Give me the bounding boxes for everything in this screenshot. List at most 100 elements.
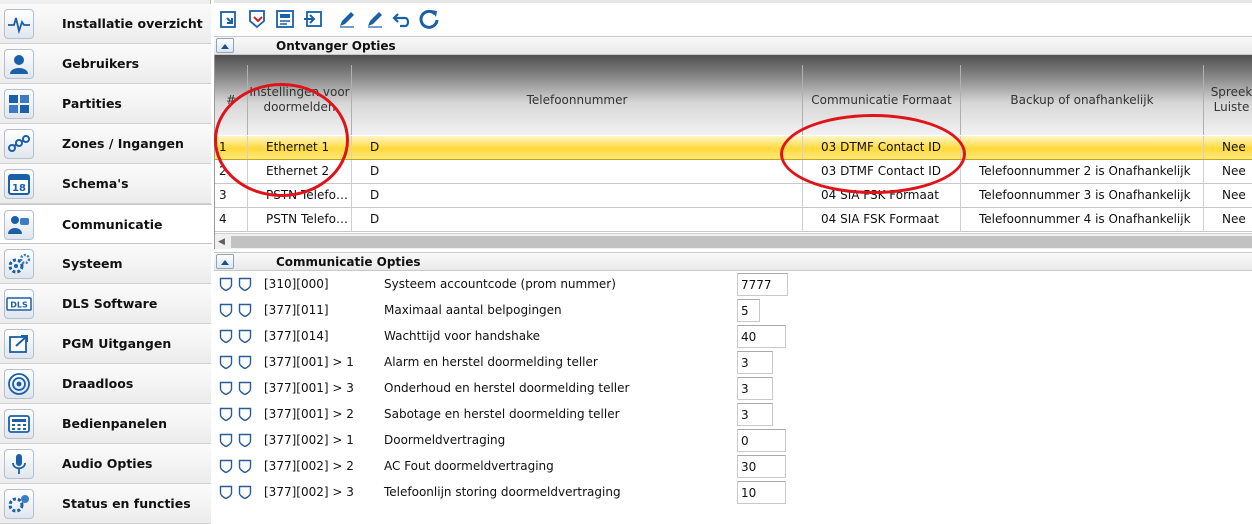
shield-icon[interactable] — [219, 485, 233, 500]
gears-icon — [4, 249, 34, 279]
option-label: Doormeldvertraging — [384, 433, 506, 447]
maintenance-counter-input[interactable] — [737, 377, 773, 400]
shield-icon[interactable] — [238, 407, 252, 422]
sidebar-item-label: DLS Software — [62, 296, 158, 311]
column-header-num[interactable]: # — [215, 65, 247, 135]
tamper-counter-input[interactable] — [737, 403, 773, 426]
edit-alt-icon[interactable] — [364, 8, 386, 30]
cell-num: 3 — [219, 188, 227, 202]
send-icon[interactable] — [302, 8, 324, 30]
shield-icon[interactable] — [219, 303, 233, 318]
cell-speak: Nee — [1203, 208, 1252, 231]
shield-icon[interactable] — [238, 459, 252, 474]
sidebar-item-status-en-functies[interactable]: Status en functies — [0, 484, 211, 524]
cell-speak: Nee — [1203, 184, 1252, 207]
undo-icon[interactable] — [391, 8, 413, 30]
report-delay-input[interactable] — [737, 429, 786, 452]
partitions-icon — [4, 89, 34, 119]
global-icon[interactable] — [274, 8, 296, 30]
list-item: [377][002] > 3 Telefoonlijn storing door… — [214, 480, 1252, 506]
sidebar-item-gebruikers[interactable]: Gebruikers — [0, 44, 211, 84]
shield-icon[interactable] — [219, 355, 233, 370]
shield-icon[interactable] — [238, 303, 252, 318]
sidebar-item-installatie-overzicht[interactable]: Installatie overzicht — [0, 4, 211, 44]
cell-format: 03 DTMF Contact ID — [802, 160, 960, 183]
table-row[interactable]: 4 PSTN Telefoonnummer 2 D 04 SIA FSK For… — [215, 208, 1252, 232]
shield-icon[interactable] — [238, 277, 252, 292]
shield-icon[interactable] — [238, 381, 252, 396]
sidebar-item-pgm-uitgangen[interactable]: PGM Uitgangen — [0, 324, 211, 364]
dial-attempts-input[interactable] — [737, 299, 760, 322]
column-header-backup[interactable]: Backup of onafhankelijk — [960, 65, 1203, 135]
sidebar-item-schemas[interactable]: 18 Schema's — [0, 164, 211, 204]
read-icon[interactable] — [218, 8, 240, 30]
refresh-icon[interactable] — [418, 8, 440, 30]
shield-icon[interactable] — [219, 433, 233, 448]
calendar-number: 18 — [12, 183, 26, 194]
sidebar-item-label: Bedienpanelen — [62, 416, 168, 431]
list-item: [377][001] > 1 Alarm en herstel doormeld… — [214, 350, 1252, 376]
shield-icon[interactable] — [219, 381, 233, 396]
column-header-phone[interactable]: Telefoonnummer — [351, 65, 802, 135]
wireless-icon — [4, 369, 34, 399]
shield-icon[interactable] — [219, 407, 233, 422]
shield-icon[interactable] — [238, 355, 252, 370]
sidebar-item-audio-opties[interactable]: Audio Opties — [0, 444, 211, 484]
shield-icon[interactable] — [219, 329, 233, 344]
option-label: Telefoonlijn storing doormeldvertraging — [384, 485, 621, 499]
option-code: [310][000] — [264, 277, 329, 291]
shield-icon[interactable] — [238, 485, 252, 500]
sidebar-item-systeem[interactable]: Systeem — [0, 244, 211, 284]
sidebar-item-communicatie[interactable]: Communicatie — [0, 204, 212, 244]
list-item: [377][002] > 1 Doormeldvertraging — [214, 428, 1252, 454]
sidebar-item-zones[interactable]: Zones / Ingangen — [0, 124, 211, 164]
cell-num: 1 — [219, 140, 227, 154]
column-header-setting[interactable]: Instellingen voor doormelden — [247, 65, 351, 135]
phone-line-delay-input[interactable] — [737, 481, 786, 504]
alarm-counter-input[interactable] — [737, 351, 773, 374]
table-row[interactable]: 3 PSTN Telefoonnummer 1 D 04 SIA FSK For… — [215, 184, 1252, 208]
edit-icon[interactable] — [336, 8, 358, 30]
horizontal-scrollbar[interactable]: ◀ — [215, 233, 1252, 249]
cell-setting: Ethernet 1 — [247, 136, 351, 159]
column-header-speak[interactable]: Spreek Luiste — [1203, 65, 1252, 135]
sidebar-item-bedienpanelen[interactable]: Bedienpanelen — [0, 404, 211, 444]
option-label: Sabotage en herstel doormelding teller — [384, 407, 620, 421]
cell-speak: Nee — [1203, 136, 1252, 159]
sidebar-item-partities[interactable]: Partities — [0, 84, 211, 124]
receiver-grid: # Instellingen voor doormelden Telefoonn… — [214, 55, 1252, 249]
scroll-left-icon[interactable]: ◀ — [218, 237, 228, 247]
collapse-receiver-button[interactable] — [216, 38, 234, 53]
account-code-input[interactable] — [737, 273, 788, 296]
sidebar-item-draadloos[interactable]: Draadloos — [0, 364, 211, 404]
option-label: Alarm en herstel doormelding teller — [384, 355, 598, 369]
shield-icon[interactable] — [238, 433, 252, 448]
zones-icon — [4, 129, 34, 159]
dls-icon: DLS — [4, 289, 34, 319]
pulse-icon — [4, 9, 34, 39]
column-header-format[interactable]: Communicatie Formaat — [802, 65, 960, 135]
write-icon[interactable] — [246, 8, 268, 30]
chevron-up-icon — [221, 43, 229, 49]
table-row[interactable]: 2 Ethernet 2 D 03 DTMF Contact ID Telefo… — [215, 160, 1252, 184]
cell-setting: PSTN Telefoonnummer 2 — [247, 208, 351, 231]
sidebar-item-label: Systeem — [62, 256, 123, 271]
shield-icon[interactable] — [219, 459, 233, 474]
scrollbar-thumb[interactable] — [231, 236, 1252, 248]
cell-format: 04 SIA FSK Formaat — [802, 208, 960, 231]
calendar-icon: 18 — [4, 169, 34, 199]
shield-icon[interactable] — [238, 329, 252, 344]
cell-phone: D — [351, 184, 802, 207]
handshake-wait-input[interactable] — [737, 325, 786, 348]
receiver-options-header: Ontvanger Opties — [214, 36, 1252, 55]
receiver-options-title: Ontvanger Opties — [276, 39, 396, 53]
option-label: Onderhoud en herstel doormelding teller — [384, 381, 630, 395]
ac-fault-delay-input[interactable] — [737, 455, 786, 478]
shield-icon[interactable] — [219, 277, 233, 292]
grid-header: # Instellingen voor doormelden Telefoonn… — [215, 55, 1252, 135]
cell-backup — [960, 136, 1203, 159]
collapse-communication-button[interactable] — [216, 254, 234, 269]
table-row[interactable]: 1 Ethernet 1 D 03 DTMF Contact ID Nee — [215, 136, 1252, 160]
sidebar-item-dls-software[interactable]: DLS DLS Software — [0, 284, 211, 324]
option-label: Maximaal aantal belpogingen — [384, 303, 562, 317]
